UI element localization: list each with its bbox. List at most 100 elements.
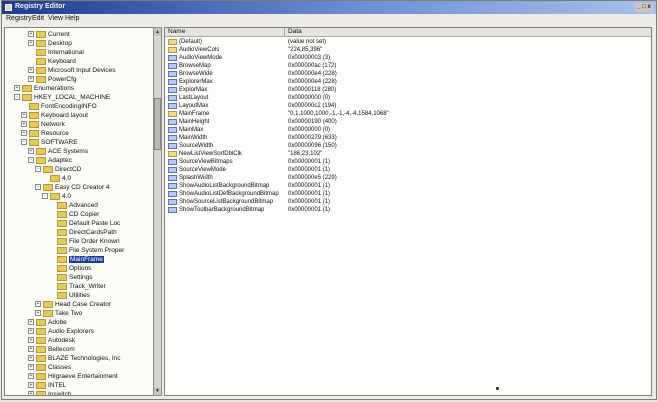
collapse-icon[interactable]: - — [35, 184, 41, 191]
registry-key-tree[interactable]: + Current + Desktop International Keyboard + Mi… — [4, 27, 154, 396]
value-row[interactable]: AudioViewCols "224,85,396" — [165, 46, 651, 54]
collapse-icon[interactable]: - — [14, 94, 20, 101]
tree-item[interactable]: File System Proper — [49, 246, 124, 255]
tree-item[interactable]: 4.0 — [42, 174, 71, 183]
expand-icon[interactable]: + — [14, 85, 20, 92]
expand-icon[interactable]: + — [28, 148, 34, 155]
collapse-icon[interactable]: - — [21, 139, 27, 146]
tree-item[interactable]: - DirectCD — [35, 165, 81, 174]
expand-icon[interactable]: + — [28, 328, 34, 335]
tree-item[interactable]: + Head Case Creator — [35, 300, 111, 309]
tree-item[interactable]: + ACE Systems — [28, 147, 88, 156]
value-row[interactable]: ExplorMax 0x00000118 (280) — [165, 86, 651, 94]
menu-help[interactable]: Help — [65, 15, 79, 22]
menu-edit[interactable]: Edit — [32, 15, 44, 22]
tree-item[interactable]: File Order Known — [49, 237, 120, 246]
expand-icon[interactable]: + — [21, 112, 27, 119]
menu-view[interactable]: View — [48, 15, 63, 22]
tree-item[interactable]: DirectCardsPath — [49, 228, 117, 237]
value-row[interactable]: ShowSourceListBackgroundBitmap 0x00000001… — [165, 198, 651, 206]
tree-item[interactable]: + Network — [21, 120, 65, 129]
value-row[interactable]: MainHeight 0x00000190 (400) — [165, 118, 651, 126]
expand-icon[interactable]: + — [28, 31, 34, 38]
tree-item[interactable]: + Microsoft Input Devices — [28, 66, 116, 75]
tree-item[interactable]: International — [28, 48, 84, 57]
column-header-data[interactable]: Data — [285, 28, 651, 37]
caption-buttons[interactable]: _ □ x — [635, 3, 653, 12]
menu-registry[interactable]: Registry — [6, 15, 32, 22]
expand-icon[interactable]: + — [28, 337, 34, 344]
tree-item[interactable]: + PowerCfg — [28, 75, 77, 84]
registry-values-list[interactable]: Name Data (Default) (value not set) AudioV… — [164, 27, 652, 396]
value-row[interactable]: MainFrame "0,1,1000,1000,-1,-1,-4,-4,1584… — [165, 110, 651, 118]
value-row[interactable]: BrowseWide 0x000000e4 (228) — [165, 70, 651, 78]
tree-item[interactable]: + Enumerations — [14, 84, 74, 93]
tree-item[interactable]: + Resource — [21, 129, 69, 138]
value-row[interactable]: LayoutMax 0x000000c2 (194) — [165, 102, 651, 110]
tree-item[interactable]: Track_Writer — [49, 282, 106, 291]
tree-item[interactable]: + Desktop — [28, 39, 72, 48]
tree-item[interactable]: + BLAZE Technologies, Inc — [28, 354, 121, 363]
scroll-thumb[interactable] — [154, 98, 161, 150]
expand-icon[interactable]: + — [28, 364, 34, 371]
expand-icon[interactable]: + — [28, 373, 34, 380]
tree-item[interactable]: + Take Two — [35, 309, 82, 318]
value-row[interactable]: SourceWidth 0x00000096 (150) — [165, 142, 651, 150]
tree-item[interactable]: - SOFTWARE — [21, 138, 78, 147]
scroll-down-arrow-icon[interactable]: ▼ — [154, 387, 161, 395]
expand-icon[interactable]: + — [28, 391, 34, 395]
expand-icon[interactable]: + — [28, 319, 34, 326]
value-row[interactable]: LastLayout 0x00000000 (0) — [165, 94, 651, 102]
value-row[interactable]: SourceViewMode 0x00000001 (1) — [165, 166, 651, 174]
value-row[interactable]: BrowseMap 0x000000ac (172) — [165, 62, 651, 70]
value-row[interactable]: SourceViewBitmaps 0x00000001 (1) — [165, 158, 651, 166]
tree-item[interactable]: + INTEL — [28, 381, 66, 390]
expand-icon[interactable]: + — [21, 121, 27, 128]
value-row[interactable]: ExplorerMax 0x000000e4 (228) — [165, 78, 651, 86]
tree-item[interactable]: Default Paste Loc — [49, 219, 120, 228]
tree-item[interactable]: Settings — [49, 273, 93, 282]
column-header-name[interactable]: Name — [165, 28, 285, 37]
collapse-icon[interactable]: - — [35, 166, 41, 173]
tree-item[interactable]: Options — [49, 264, 91, 273]
tree-item[interactable]: + Keyboard layout — [21, 111, 88, 120]
value-row[interactable]: AudioViewMode 0x00000003 (3) — [165, 54, 651, 62]
tree-item[interactable]: + Autodesk — [28, 336, 75, 345]
tree-item[interactable]: + Audio Explorers — [28, 327, 94, 336]
title-bar[interactable]: Registry Editor _ □ x — [2, 1, 656, 14]
tree-item[interactable]: Advanced — [49, 201, 98, 210]
tree-scrollbar[interactable]: ▲ ▼ — [153, 27, 162, 396]
value-row[interactable]: ShowToolbarBackgroundBitmap 0x00000001 (1… — [165, 206, 651, 214]
expand-icon[interactable]: + — [28, 67, 34, 74]
expand-icon[interactable]: + — [21, 130, 27, 137]
tree-item[interactable]: + Hilgraeve Entertainment — [28, 372, 118, 381]
tree-item[interactable]: - HKEY_LOCAL_MACHINE — [14, 93, 110, 102]
value-row[interactable]: ShowAudioListDefBackgroundBitmap 0x000000… — [165, 190, 651, 198]
expand-icon[interactable]: + — [28, 382, 34, 389]
tree-item[interactable]: + Ipswitch — [28, 390, 71, 395]
tree-item[interactable]: + Adobe — [28, 318, 67, 327]
value-row[interactable]: NewListViewSortDblClk "186,23,102" — [165, 150, 651, 158]
tree-item[interactable]: + Classes — [28, 363, 71, 372]
tree-item[interactable]: MainFrame — [49, 255, 104, 264]
tree-item[interactable]: - 4.0 — [42, 192, 71, 201]
tree-item[interactable]: - Easy CD Creator 4 — [35, 183, 110, 192]
collapse-icon[interactable]: - — [28, 157, 34, 164]
tree-item[interactable]: - Adaptec — [28, 156, 72, 165]
value-row[interactable]: MainWidth 0x00000279 (633) — [165, 134, 651, 142]
expand-icon[interactable]: + — [28, 346, 34, 353]
value-row[interactable]: MainMax 0x00000000 (0) — [165, 126, 651, 134]
expand-icon[interactable]: + — [28, 76, 34, 83]
tree-item[interactable]: Keyboard — [28, 57, 76, 66]
value-row[interactable]: ShowAudioListBackgroundBitmap 0x00000001 … — [165, 182, 651, 190]
expand-icon[interactable]: + — [35, 301, 41, 308]
collapse-icon[interactable]: - — [42, 193, 48, 200]
expand-icon[interactable]: + — [35, 310, 41, 317]
scroll-up-arrow-icon[interactable]: ▲ — [154, 28, 161, 36]
tree-item[interactable]: + Bellecom — [28, 345, 75, 354]
tree-item[interactable]: + Current — [28, 30, 70, 39]
expand-icon[interactable]: + — [28, 355, 34, 362]
expand-icon[interactable]: + — [28, 40, 34, 47]
tree-item[interactable]: Utilities — [49, 291, 90, 300]
tree-item[interactable]: FontEncodingINFO — [21, 102, 97, 111]
